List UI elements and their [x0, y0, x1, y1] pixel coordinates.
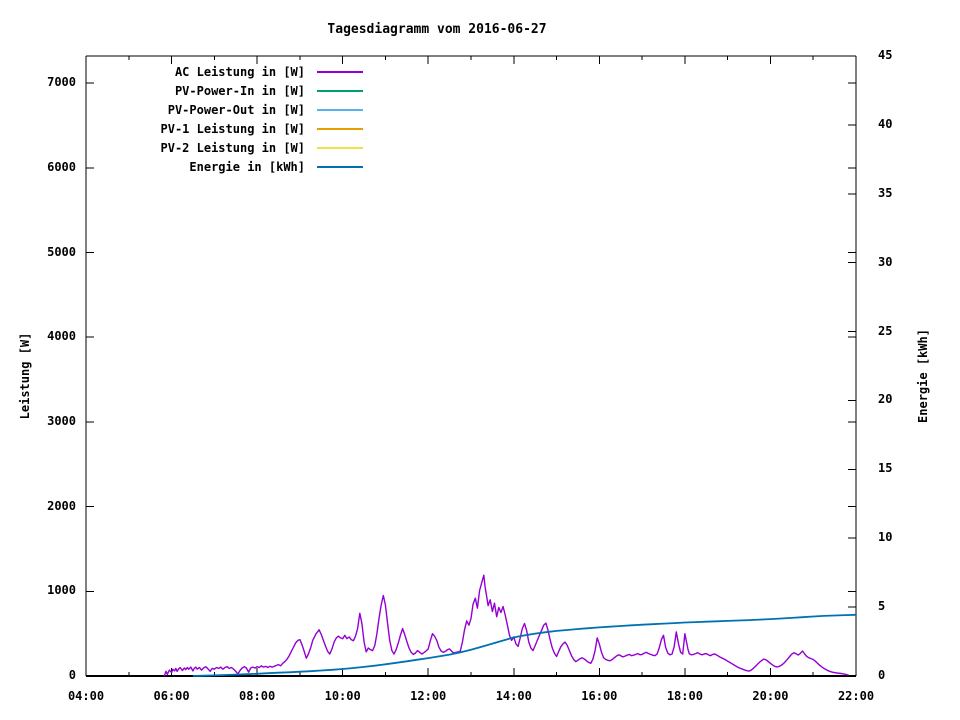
- legend-item: PV-2 Leistung in [W]: [92, 138, 363, 157]
- legend-line-swatch: [317, 89, 363, 92]
- y-axis-label-left: Leistung [W]: [18, 332, 32, 420]
- x-tick-label: 22:00: [837, 689, 875, 703]
- legend-label: AC Leistung in [W]: [174, 64, 305, 79]
- y2-tick-label: 0: [878, 668, 886, 682]
- legend-line-swatch: [317, 127, 363, 130]
- x-tick-label: 06:00: [153, 689, 190, 703]
- legend-item: Energie in [kWh]: [92, 157, 363, 176]
- y2-tick-label: 40: [878, 116, 893, 131]
- legend-line-swatch: [317, 146, 363, 149]
- legend-label: Energie in [kWh]: [189, 159, 305, 174]
- legend: AC Leistung in [W] PV-Power-In in [W] PV…: [92, 62, 363, 176]
- y1-tick-label: 7000: [47, 75, 76, 90]
- x-tick-label: 08:00: [239, 689, 276, 703]
- x-tick-label: 14:00: [495, 689, 532, 703]
- legend-item: PV-Power-Out in [W]: [92, 100, 363, 119]
- legend-label: PV-1 Leistung in [W]: [160, 121, 306, 136]
- legend-line-swatch: [317, 165, 363, 168]
- x-tick-label: 16:00: [581, 689, 618, 703]
- y1-tick-label: 0: [68, 668, 76, 682]
- y1-tick-label: 6000: [47, 159, 76, 174]
- y2-tick-label: 5: [878, 599, 886, 614]
- x-tick-label: 20:00: [752, 689, 789, 703]
- y2-tick-label: 30: [878, 254, 893, 269]
- y1-tick-label: 5000: [47, 244, 76, 259]
- legend-label: PV-2 Leistung in [W]: [160, 140, 306, 155]
- legend-item: AC Leistung in [W]: [92, 62, 363, 81]
- legend-label: PV-Power-In in [W]: [174, 83, 305, 98]
- legend-line-swatch: [317, 70, 363, 73]
- x-tick-label: 10:00: [324, 689, 361, 703]
- x-tick-label: 04:00: [67, 689, 105, 703]
- daily-pv-chart: Tagesdiagramm vom 2016-06-27 0 1000 2000 30…: [0, 0, 960, 720]
- x-tick-label: 18:00: [666, 689, 703, 703]
- x-tick-label: 12:00: [410, 689, 447, 703]
- y2-tick-label: 45: [878, 48, 893, 62]
- legend-label: PV-Power-Out in [W]: [167, 102, 305, 117]
- y1-tick-label: 2000: [47, 498, 76, 513]
- legend-item: PV-Power-In in [W]: [92, 81, 363, 100]
- y2-tick-label: 10: [878, 530, 893, 545]
- legend-line-swatch: [317, 108, 363, 111]
- y1-tick-label: 1000: [47, 583, 76, 598]
- y2-tick-label: 35: [878, 185, 893, 200]
- y2-tick-label: 15: [878, 461, 893, 476]
- legend-item: PV-1 Leistung in [W]: [92, 119, 363, 138]
- y-axis-label-right: Energie [kWh]: [916, 329, 930, 423]
- series-line-ac-leistung-in-w-: [163, 574, 849, 677]
